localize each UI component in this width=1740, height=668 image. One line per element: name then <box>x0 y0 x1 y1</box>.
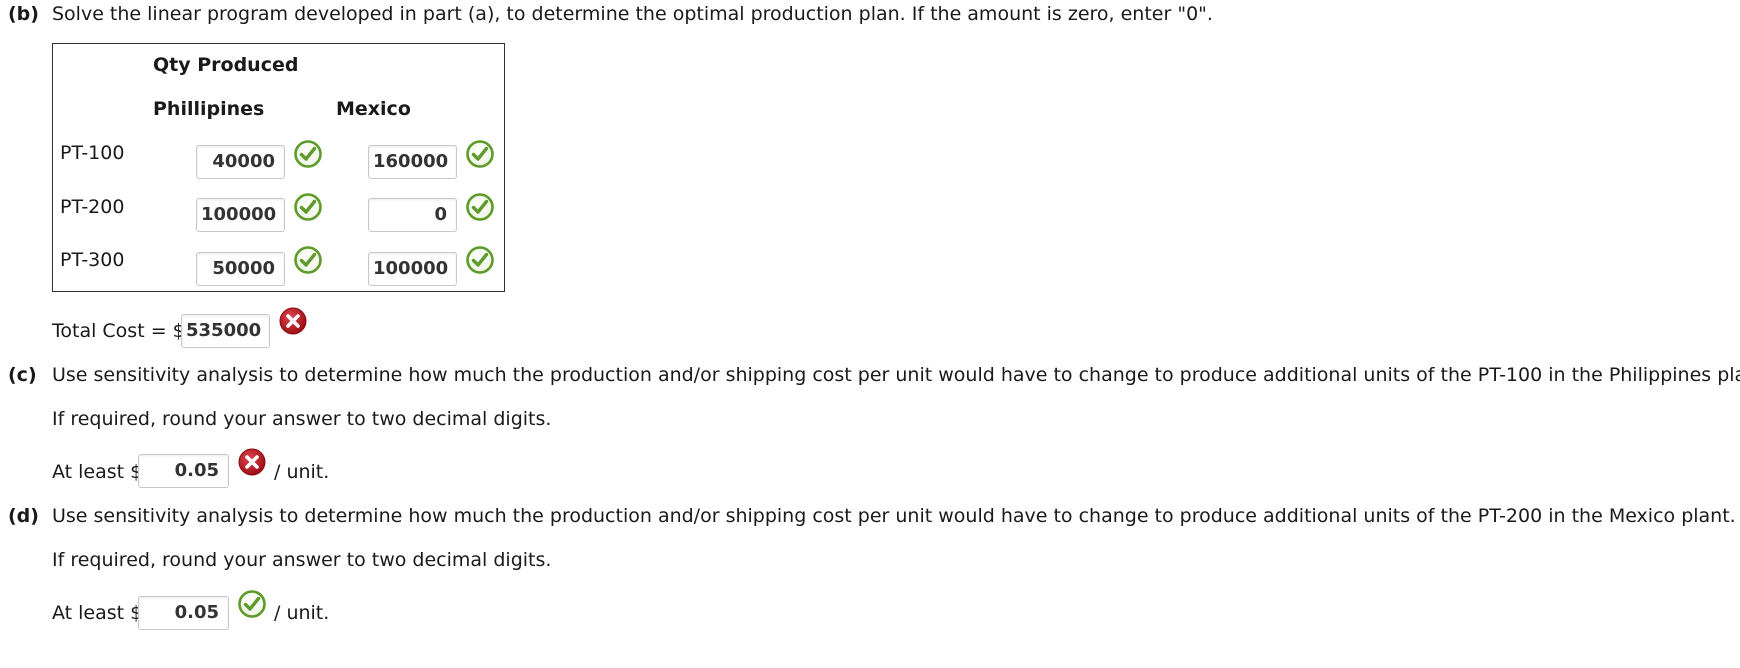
qty-input-pt200-phillipines[interactable]: 100000 <box>196 198 285 232</box>
part-b-prompt: Solve the linear program developed in pa… <box>52 3 1213 25</box>
part-c-suffix: / unit. <box>274 461 330 483</box>
total-cost-input[interactable]: 535000 <box>181 314 270 348</box>
row-label-pt-300: PT-300 <box>60 249 125 271</box>
qty-input-pt200-mexico[interactable]: 0 <box>368 198 457 232</box>
row-label-pt-100: PT-100 <box>60 142 125 164</box>
part-c-answer-input[interactable]: 0.05 <box>138 454 229 488</box>
green-check-icon <box>237 589 267 619</box>
qty-produced-header: Qty Produced <box>153 54 299 76</box>
red-x-icon <box>237 447 267 477</box>
row-label-pt-200: PT-200 <box>60 196 125 218</box>
part-c-prompt: Use sensitivity analysis to determine ho… <box>52 364 1740 386</box>
qty-input-pt100-mexico[interactable]: 160000 <box>368 145 457 179</box>
part-d-prompt: Use sensitivity analysis to determine ho… <box>52 505 1736 527</box>
qty-input-pt300-mexico[interactable]: 100000 <box>368 252 457 286</box>
part-c-prefix: At least $ <box>52 461 143 483</box>
green-check-icon <box>465 245 495 275</box>
green-check-icon <box>465 192 495 222</box>
green-check-icon <box>293 139 323 169</box>
column-header-mexico: Mexico <box>336 98 411 120</box>
part-b-label: (b) <box>8 3 39 25</box>
part-d-suffix: / unit. <box>274 602 330 624</box>
qty-input-pt100-phillipines[interactable]: 40000 <box>196 145 285 179</box>
part-c-label: (c) <box>8 364 37 386</box>
part-c-rounding-note: If required, round your answer to two de… <box>52 408 552 430</box>
part-d-label: (d) <box>8 505 39 527</box>
red-x-icon <box>278 306 308 336</box>
part-d-rounding-note: If required, round your answer to two de… <box>52 549 552 571</box>
green-check-icon <box>293 245 323 275</box>
green-check-icon <box>465 139 495 169</box>
part-d-answer-input[interactable]: 0.05 <box>138 596 229 630</box>
green-check-icon <box>293 192 323 222</box>
qty-input-pt300-phillipines[interactable]: 50000 <box>196 252 285 286</box>
total-cost-label: Total Cost = $ <box>52 320 185 342</box>
column-header-phillipines: Phillipines <box>153 98 265 120</box>
part-d-prefix: At least $ <box>52 602 143 624</box>
